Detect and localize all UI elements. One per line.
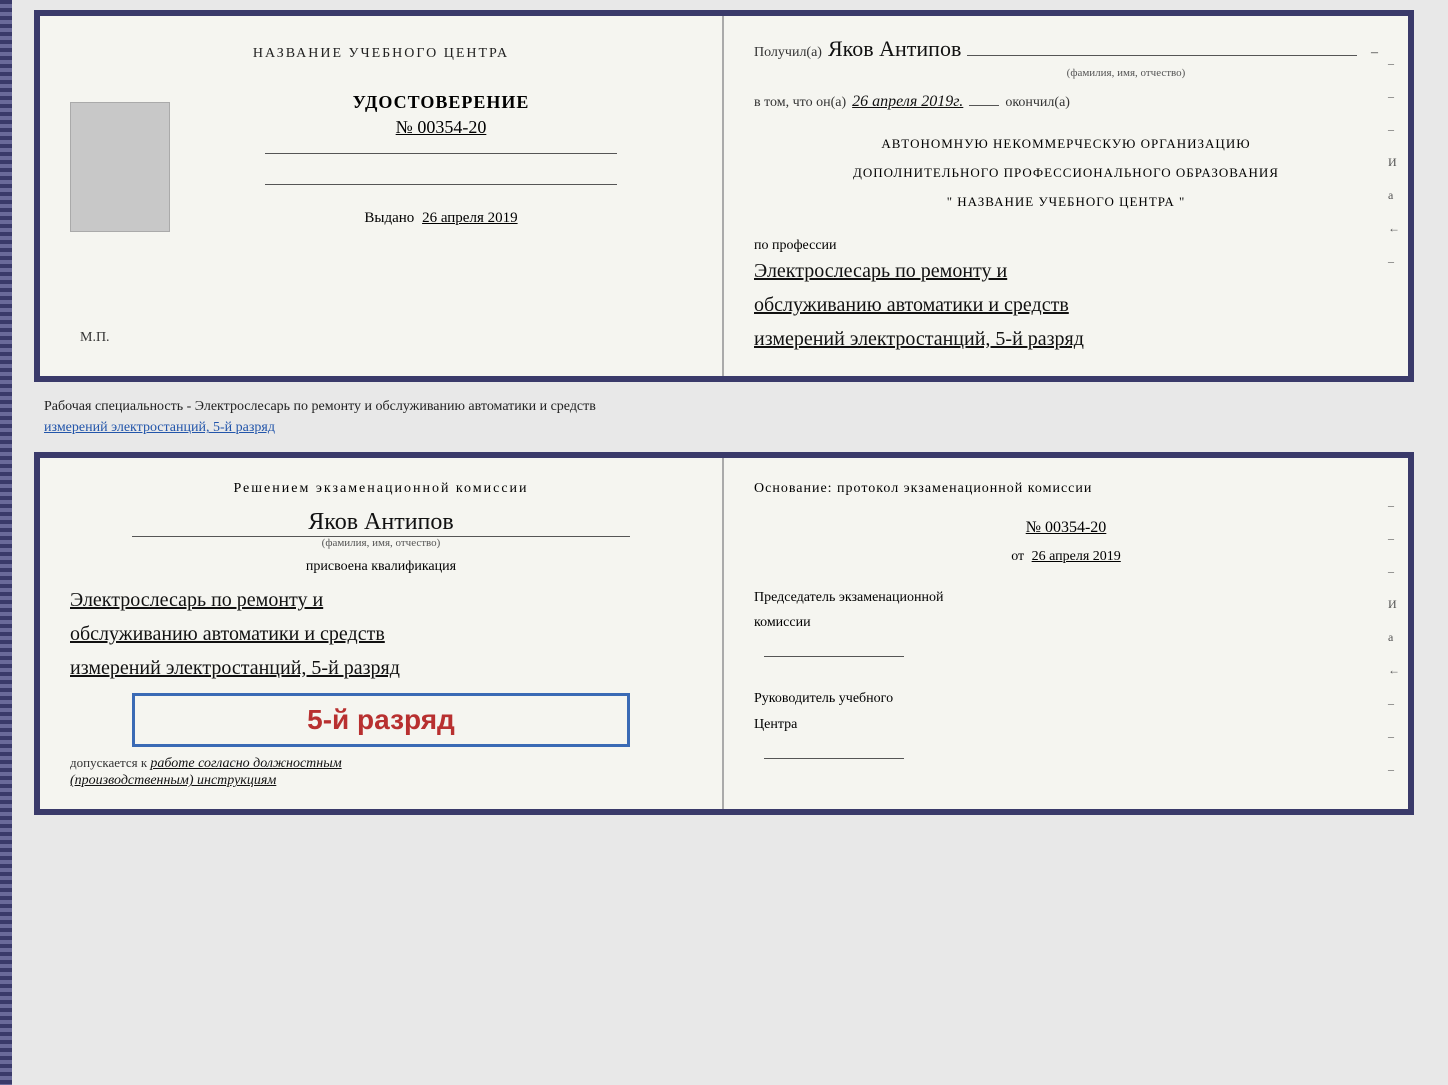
divider [265, 153, 616, 154]
cert-number: № 00354-20 [396, 117, 487, 138]
basis-date-value: 26 апреля 2019 [1032, 549, 1121, 564]
stamp-mark: М.П. [80, 330, 110, 356]
fio-label-bottom: (фамилия, имя, отчество) [70, 537, 692, 549]
top-doc-right: Получил(а) Яков Антипов – (фамилия, имя,… [724, 16, 1408, 376]
org-line2: ДОПОЛНИТЕЛЬНОГО ПРОФЕССИОНАЛЬНОГО ОБРАЗО… [754, 163, 1378, 184]
date-underline [969, 105, 999, 106]
qual2: обслуживанию автоматики и средств [70, 617, 692, 651]
recipient-name: Яков Антипов [828, 36, 961, 62]
between-text: Рабочая специальность - Электрослесарь п… [34, 390, 1414, 444]
qual3: измерений электростанций, 5-й разряд [70, 651, 692, 685]
issued-date: Выдано 26 апреля 2019 [364, 210, 517, 227]
between-text-line2: измерений электростанций, 5-й разряд [44, 420, 275, 435]
allowed-prefix: допускается к [70, 755, 147, 770]
rank-box: 5-й разряд [132, 693, 630, 747]
school-name-top: НАЗВАНИЕ УЧЕБНОГО ЦЕНТРА [70, 46, 692, 62]
bottom-document: Решением экзаменационной комиссии Яков А… [34, 452, 1414, 815]
top-right-side-marks: – – – И а ← – [1388, 56, 1400, 269]
divider2 [265, 184, 616, 185]
in-that-line: в том, что он(а) 26 апреля 2019г. окончи… [754, 93, 1378, 111]
basis-doc-number: № 00354-20 [754, 519, 1378, 537]
org-name-text: НАЗВАНИЕ УЧЕБНОГО ЦЕНТРА [957, 194, 1174, 209]
allowed-section: допускается к работе согласно должностны… [70, 755, 342, 789]
name-underline [967, 55, 1357, 56]
bottom-doc-right: Основание: протокол экзаменационной коми… [724, 458, 1408, 809]
profession-text3: измерений электростанций, 5-й разряд [754, 322, 1378, 356]
in-that-label: в том, что он(а) [754, 95, 846, 111]
recipient-line: Получил(а) Яков Антипов – [754, 36, 1378, 62]
qualification-block: Электрослесарь по ремонту и обслуживанию… [70, 583, 692, 685]
org-line1: АВТОНОМНУЮ НЕКОММЕРЧЕСКУЮ ОРГАНИЗАЦИЮ [754, 134, 1378, 155]
person-name: Яков Антипов [70, 509, 692, 536]
fio-label-top: (фамилия, имя, отчество) [874, 67, 1378, 79]
chair-label: Председатель экзаменационной [754, 585, 1378, 610]
document-container: НАЗВАНИЕ УЧЕБНОГО ЦЕНТРА УДОСТОВЕРЕНИЕ №… [34, 10, 1414, 815]
director-label2: Центра [754, 712, 1378, 737]
chair-signature-line [754, 641, 1378, 666]
finished-label: окончил(а) [1005, 95, 1070, 111]
person-name-section: Яков Антипов (фамилия, имя, отчество) [70, 509, 692, 549]
basis-doc-date: от 26 апреля 2019 [754, 549, 1378, 565]
chair-label2: комиссии [754, 610, 1378, 635]
bottom-doc-left: Решением экзаменационной комиссии Яков А… [40, 458, 724, 809]
cert-block: УДОСТОВЕРЕНИЕ № 00354-20 Выдано 26 апрел… [190, 92, 692, 227]
profession-text2: обслуживанию автоматики и средств [754, 288, 1378, 322]
rank-text: 5-й разряд [155, 704, 607, 736]
issued-date-value: 26 апреля 2019 [422, 210, 518, 226]
allowed-text: работе согласно должностным [150, 756, 341, 771]
left-photo-section: УДОСТОВЕРЕНИЕ № 00354-20 Выдано 26 апрел… [70, 92, 692, 242]
basis-title: Основание: протокол экзаменационной коми… [754, 478, 1378, 500]
photo-placeholder [70, 102, 170, 232]
assigned-label: присвоена квалификация [70, 559, 692, 575]
allowed-text2: (производственным) инструкциям [70, 773, 276, 788]
issued-label: Выдано [364, 210, 414, 226]
between-text-line1: Рабочая специальность - Электрослесарь п… [44, 399, 596, 414]
received-label: Получил(а) [754, 45, 822, 61]
date-prefix: от [1011, 549, 1024, 564]
profession-label: по профессии [754, 238, 1378, 254]
top-left-title-block: НАЗВАНИЕ УЧЕБНОГО ЦЕНТРА [70, 36, 692, 82]
profession-text1: Электрослесарь по ремонту и [754, 254, 1378, 288]
dash-mark: – [1371, 45, 1378, 61]
bottom-right-side-marks: – – – И а ← – – – [1388, 498, 1400, 777]
qual1: Электрослесарь по ремонту и [70, 583, 692, 617]
completion-date: 26 апреля 2019г. [852, 93, 963, 111]
director-signature-line [754, 743, 1378, 768]
org-name: " НАЗВАНИЕ УЧЕБНОГО ЦЕНТРА " [754, 192, 1378, 213]
cert-title-label: УДОСТОВЕРЕНИЕ [353, 92, 530, 113]
director-label: Руководитель учебного [754, 686, 1378, 711]
top-document: НАЗВАНИЕ УЧЕБНОГО ЦЕНТРА УДОСТОВЕРЕНИЕ №… [34, 10, 1414, 382]
chairman-section: Председатель экзаменационной комиссии [754, 585, 1378, 667]
director-section: Руководитель учебного Центра [754, 686, 1378, 768]
resolution-title: Решением экзаменационной комиссии [70, 478, 692, 499]
top-doc-left: НАЗВАНИЕ УЧЕБНОГО ЦЕНТРА УДОСТОВЕРЕНИЕ №… [40, 16, 724, 376]
